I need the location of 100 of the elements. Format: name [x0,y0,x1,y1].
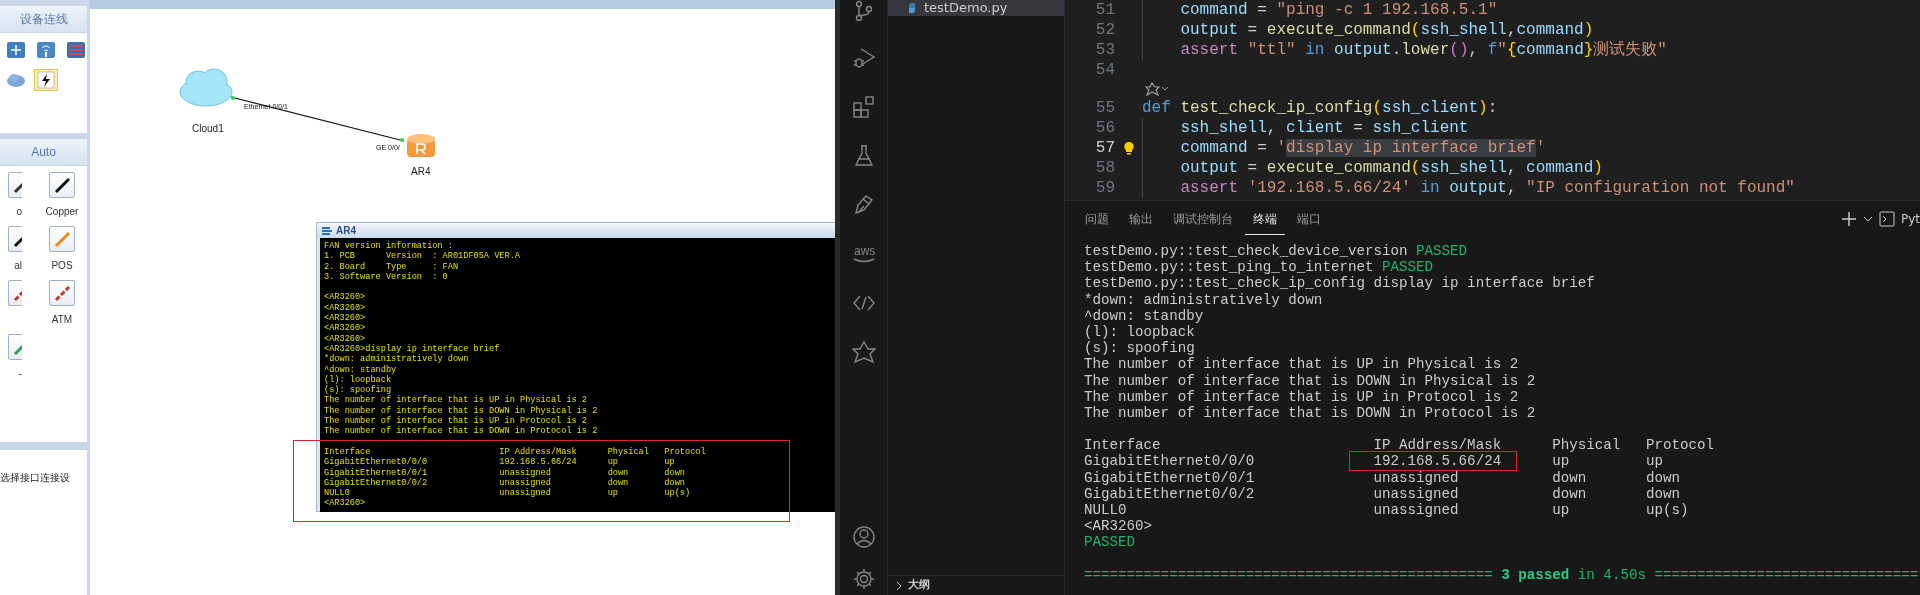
code-line: def test_check_ip_config(ssh_client): [1142,98,1498,118]
settings-icon[interactable] [851,567,876,591]
console-line: *down: administratively down [324,354,470,365]
cable-label: o [16,205,22,219]
terminal-icon [321,224,333,237]
device-tile[interactable] [34,69,58,91]
terminal-cell: up [1552,453,1570,470]
terminal-cell: unassigned [1373,485,1459,502]
star-icon[interactable] [851,340,876,364]
chevron-down-icon[interactable] [1862,214,1873,224]
console-cell-text: 192.168.5.66/24 [499,457,578,468]
terminal-cell: down [1645,469,1680,486]
device-tile[interactable] [64,39,88,61]
console-cell-text: Interface [324,446,372,457]
window-title: AR4 [336,224,356,238]
terminal-line: The number of interface that is DOWN in Protocol is 2 [1084,404,1537,422]
run-debug-icon[interactable] [851,46,876,70]
panel-header: Auto [0,133,87,166]
console-line: FAN version information : [324,241,454,251]
console-line: ^down: standby [324,364,398,375]
section-header[interactable]: 大纲 [888,575,1064,595]
terminal-cell: up [1552,502,1570,518]
code-line: command = "ping -c 1 192.168.5.1" [1180,0,1498,20]
device-tile[interactable] [34,39,58,61]
panel-tab[interactable]: 终端 [1245,202,1285,236]
console-line: <AR3260> [324,333,367,344]
terminal-line: testDemo.py::test_ping_to_internet PASSED [1084,259,1435,276]
extensions-icon[interactable] [851,95,876,119]
console-line: <AR3260> [324,302,367,314]
add-icon[interactable] [1840,211,1857,227]
terminal-line: The number of interface that is DOWN in Physical is 2 [1084,372,1537,389]
console-line: The number of interface that is UP in Physical is 2 [324,395,588,406]
terminal-cell: Protocol [1645,437,1714,454]
console-line: <AR3260>display ip interface brief [324,343,501,354]
terminal-line: (l): loopback [1084,323,1196,341]
console-cell-text: up [664,457,676,468]
terminal-line: *down: administratively down [1084,291,1324,308]
terminal-cell: IP Address/Mask [1373,437,1502,454]
console-cell-text: up(s) [664,488,692,499]
terminal-cell: GigabitEthernet0/0/0 [1084,453,1255,470]
line-number: 54 [1094,60,1115,80]
code-line: assert "ttl" in output.lower(), f"{command}测试失败" [1180,40,1667,60]
panel-header: 设备连线 [0,0,87,33]
terminal-icon[interactable] [1878,211,1895,227]
line-number: 53 [1094,40,1115,60]
line-number: 55 [1094,98,1115,118]
file-item[interactable]: testDemo.py [888,0,1064,16]
cable-icon[interactable] [49,172,75,198]
console-cell-text: down [607,467,630,478]
terminal-cell: unassigned [1373,502,1459,518]
cable-label: ATM [51,313,73,327]
terminal-line: testDemo.py::test_check_ip_config display ip interface brief [1084,275,1596,292]
python-icon [906,2,918,14]
terminal-cell: down [1552,485,1587,502]
code-line: output = execute_command(ssh_shell,command) [1180,20,1594,40]
terminal-cell: up(s) [1645,502,1689,518]
console-line: The number of interface that is DOWN in Physical is 2 [324,405,599,416]
terminal-line: (s): spoofing [1084,340,1196,357]
terminal-line: testDemo.py::test_check_device_version PASSED [1084,243,1469,260]
panel-tab[interactable]: 问题 [1077,202,1117,236]
node-label: Cloud1 [192,122,224,136]
console-line: The number of interface that is DOWN in Protocol is 2 [324,426,599,437]
console-cell-text: down [607,477,630,489]
terminal-line: ^down: standby [1084,307,1205,324]
lightning-icon [36,70,56,90]
firewall-icon [66,40,86,60]
console-cell-text: IP Address/Mask [499,446,578,457]
terminal-line: ================================================ 3 passed in 4.50s =============================== [1084,566,1920,583]
cable-label: POS [51,259,73,273]
device-tile[interactable] [4,39,28,61]
line-number: 51 [1094,0,1115,20]
terminal-cell: up [1645,453,1663,470]
codelens-icon[interactable] [1145,82,1169,96]
panel-tab[interactable]: 输出 [1121,202,1161,236]
console-line: <AR3260> [324,292,367,303]
line-number: 58 [1094,158,1115,178]
terminal-line: <AR3260> [1084,518,1154,535]
node-label: AR4 [411,165,431,179]
console-line: <AR3260> [324,498,367,509]
code-line: output = execute_command(ssh_shell, command) [1180,158,1603,178]
cable-label: al [14,259,22,273]
switch-icon [6,40,26,60]
chevron-right-icon [894,580,904,591]
console-line: <AR3260> [324,313,367,324]
console-cell-text: GigabitEthernet0/0/0 [324,457,429,468]
terminal-cell: GigabitEthernet0/0/2 [1084,485,1255,502]
lightbulb-icon[interactable] [1122,141,1135,155]
console-line: 2. Board Type : FAN [324,261,460,272]
panel-tab[interactable]: 调试控制台 [1165,202,1241,236]
terminal-name[interactable]: Pyt [1900,210,1920,228]
line-number: 52 [1094,20,1115,40]
terminal-cell: unassigned [1373,469,1459,486]
console-cell-text: up [607,457,619,468]
terminal-cell: Physical [1552,437,1621,454]
console-cell-text: unassigned [499,467,552,478]
line-number: 59 [1094,178,1115,198]
terminal-cell: NULL0 [1084,502,1127,518]
panel-tab[interactable]: 端口 [1289,202,1329,236]
account-icon[interactable] [851,525,876,549]
code-line: assert '192.168.5.66/24' in output, "IP configuration not found" [1180,178,1795,198]
